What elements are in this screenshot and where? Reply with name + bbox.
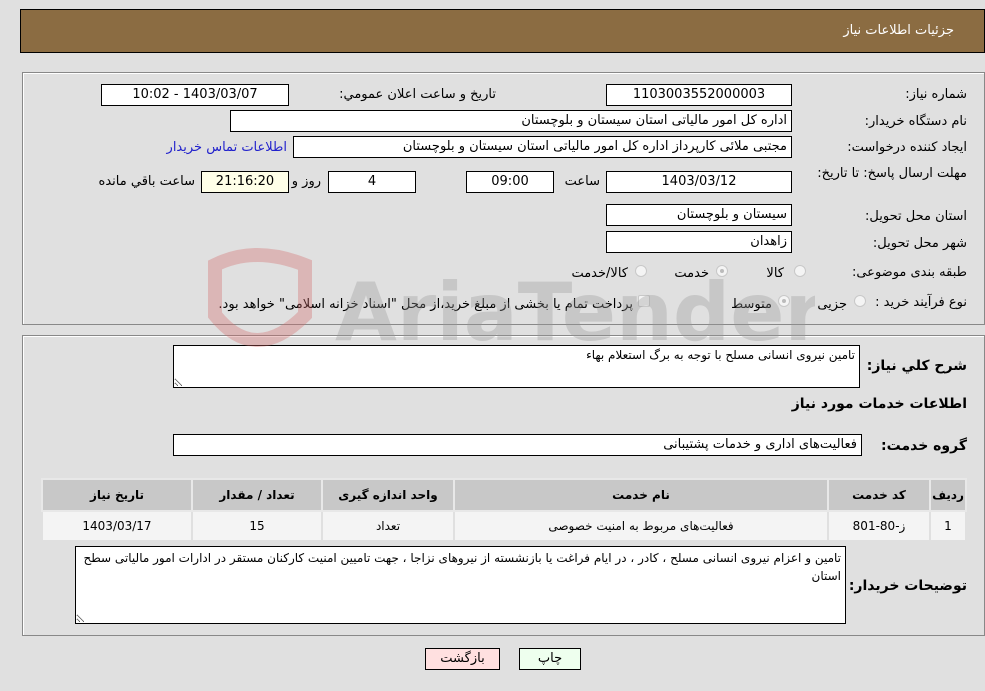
category-option-goods-service: کالا/خدمت [571,266,628,281]
category-option-service: خدمت [674,266,709,281]
category-option-goods: کالا [766,266,784,281]
col-header-quantity: تعداد / مقدار [191,478,323,512]
need-number-label: شماره نیاز: [905,87,967,102]
announce-label: تاریخ و ساعت اعلان عمومي: [339,87,496,102]
process-option-medium: متوسط [731,297,772,312]
city-label: شهر محل تحویل: [872,236,967,251]
process-radio-medium[interactable] [778,295,790,307]
announce-field: 1403/03/07 - 10:02 [101,84,289,106]
need-number-field: 1103003552000003 [606,84,792,106]
deadline-time-field: 09:00 [466,171,554,193]
cell-unit: تعداد [321,510,455,542]
city-field: زاهدان [606,231,792,253]
treasury-note: پرداخت تمام یا بخشی از مبلغ خرید،از محل … [218,297,633,312]
buyer-notes-label: توضیحات خریدار: [848,578,967,594]
category-radio-service[interactable] [716,265,728,277]
cell-need-date: 1403/03/17 [41,510,193,542]
services-heading: اطلاعات خدمات مورد نیاز [791,396,967,412]
category-radio-goods[interactable] [794,265,806,277]
deadline-label: مهلت ارسال پاسخ: تا تاریخ: [817,166,967,181]
print-button[interactable]: چاپ [519,648,581,670]
creator-field: مجتبی ملائی کارپرداز اداره کل امور مالیا… [293,136,792,158]
remaining-time-field: 21:16:20 [201,171,289,193]
creator-label: ایجاد کننده درخواست: [847,140,967,155]
process-label: نوع فرآیند خرید : [875,295,967,310]
deadline-date-field: 1403/03/12 [606,171,792,193]
treasury-checkbox[interactable] [638,295,650,307]
category-label: طبقه بندی موضوعی: [851,265,967,280]
need-info-panel: شماره نیاز: 1103003552000003 تاریخ و ساع… [22,72,985,325]
cell-quantity: 15 [191,510,323,542]
cell-service-name: فعالیت‌های مربوط به امنیت خصوصی [453,510,829,542]
province-label: استان محل تحویل: [865,209,967,224]
buyer-org-field: اداره کل امور مالیاتی استان سیستان و بلو… [230,110,792,132]
summary-label: شرح كلي نياز: [866,358,967,374]
buyer-notes-textarea[interactable] [75,546,846,624]
need-details-panel: شرح كلي نياز: اطلاعات خدمات مورد نیاز گر… [22,335,985,636]
page-header: جزئیات اطلاعات نیاز [20,9,985,53]
col-header-service-name: نام خدمت [453,478,829,512]
process-radio-minor[interactable] [854,295,866,307]
remaining-label: ساعت باقي مانده [98,174,195,189]
col-header-need-date: تاریخ نیاز [41,478,193,512]
services-table: ردیف کد خدمت نام خدمت واحد اندازه گیری ت… [41,478,967,542]
buyer-org-label: نام دستگاه خریدار: [864,114,967,129]
col-header-row-number: ردیف [929,478,967,512]
page-title: جزئیات اطلاعات نیاز [843,23,954,38]
service-group-field: فعالیت‌های اداری و خدمات پشتیبانی [173,434,862,456]
days-label: روز و [291,174,321,189]
category-radio-goods-service[interactable] [635,265,647,277]
cell-service-code: ز-80-801 [827,510,931,542]
summary-textarea[interactable] [173,345,860,388]
table-header-row: ردیف کد خدمت نام خدمت واحد اندازه گیری ت… [41,478,967,512]
process-option-minor: جزیی [817,297,847,312]
back-button[interactable]: بازگشت [425,648,500,670]
province-field: سیستان و بلوچستان [606,204,792,226]
col-header-service-code: کد خدمت [827,478,931,512]
col-header-unit: واحد اندازه گیری [321,478,455,512]
days-remaining-field: 4 [328,171,416,193]
time-label: ساعت [564,174,600,189]
buyer-contact-link[interactable]: اطلاعات تماس خریدار [167,140,287,155]
cell-row-number: 1 [929,510,967,542]
service-group-label: گروه خدمت: [881,438,967,454]
table-row: 1 ز-80-801 فعالیت‌های مربوط به امنیت خصو… [41,510,967,542]
